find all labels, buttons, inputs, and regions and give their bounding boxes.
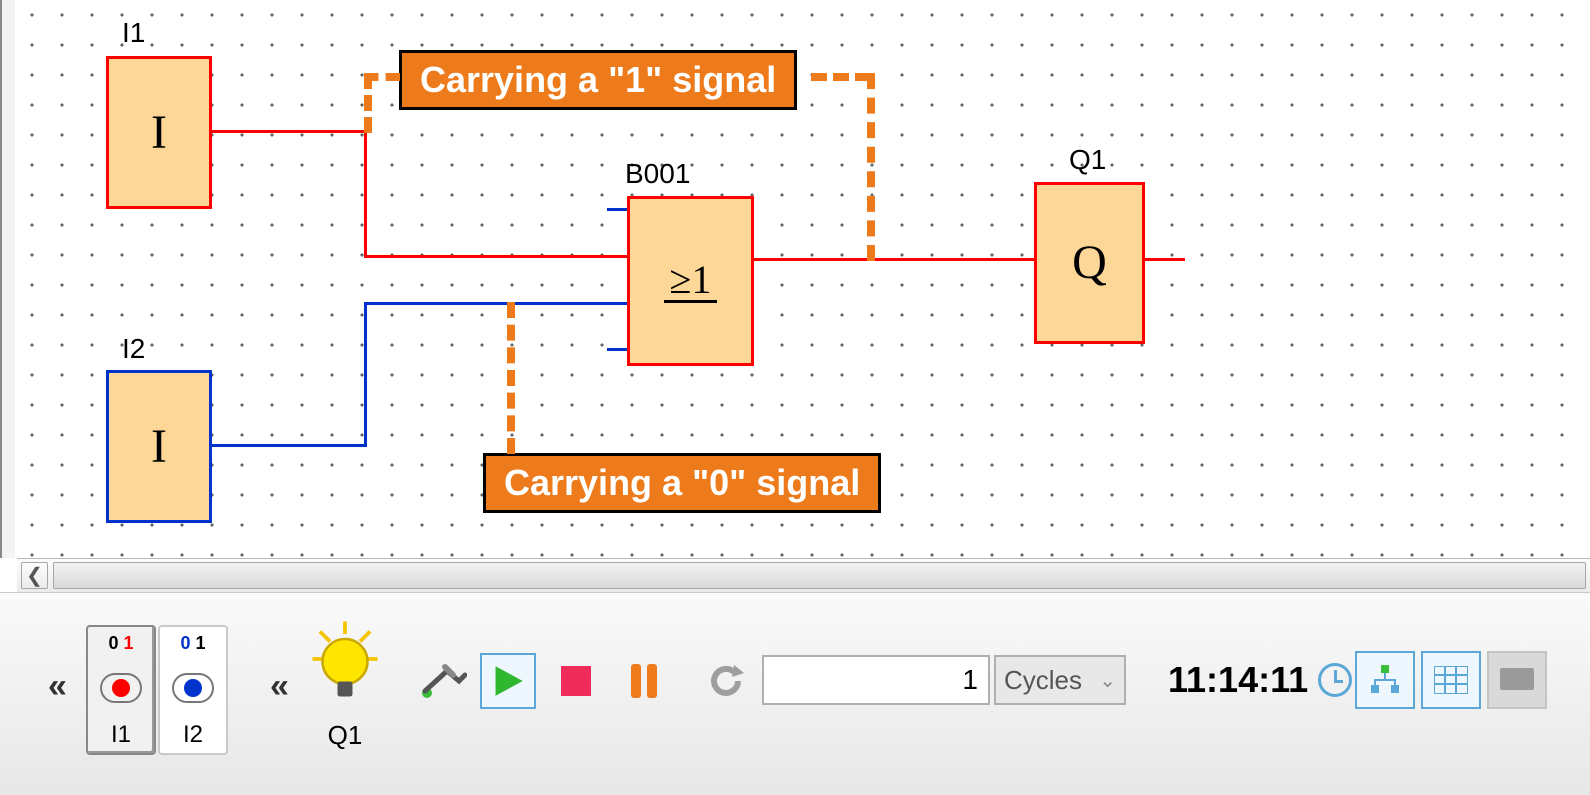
block-b001-symbol: ≥1 xyxy=(664,260,718,303)
view-table-button[interactable] xyxy=(1421,651,1481,709)
callout-connector-1 xyxy=(364,73,372,133)
wire-i2-b001[interactable] xyxy=(364,302,627,305)
block-i2[interactable]: I xyxy=(106,370,212,523)
toggle-i1-label: I1 xyxy=(111,721,131,749)
bulb-icon xyxy=(305,619,385,719)
sim-step-button[interactable] xyxy=(698,653,754,709)
grid-icon xyxy=(1434,666,1468,694)
toggle-i1-led xyxy=(100,673,142,703)
block-i2-symbol: I xyxy=(151,423,167,471)
plug-icon xyxy=(419,661,467,701)
block-i2-label: I2 xyxy=(122,333,145,365)
wire-i2-b001[interactable] xyxy=(364,302,367,447)
output-lamp-q1[interactable]: Q1 xyxy=(305,619,385,751)
toggle-i2-led xyxy=(172,673,214,703)
block-i1[interactable]: I xyxy=(106,56,212,209)
callout-connector-1b xyxy=(867,73,875,261)
wire-i1-b001[interactable] xyxy=(212,130,367,133)
sim-clock-time: 11:14:11 xyxy=(1168,659,1308,701)
callout-signal-0: Carrying a "0" signal xyxy=(483,453,881,513)
clock-icon[interactable] xyxy=(1318,663,1352,697)
sim-play-button[interactable] xyxy=(480,653,536,709)
block-q1-symbol: Q xyxy=(1072,239,1107,287)
callout-signal-1: Carrying a "1" signal xyxy=(399,50,797,110)
view-hierarchy-button[interactable] xyxy=(1355,651,1415,709)
sim-clock: 11:14:11 xyxy=(1168,659,1352,701)
simulation-toolbar: « 0 1 I1 0 1 I2 « Q1 xyxy=(0,592,1590,795)
cycles-count-input[interactable] xyxy=(762,655,990,705)
view-display-button[interactable] xyxy=(1487,651,1547,709)
editor-left-ruler xyxy=(0,0,17,558)
block-b001-or[interactable]: ≥1 xyxy=(627,196,754,366)
wire-i2-b001[interactable] xyxy=(212,444,367,447)
collapse-inputs-button[interactable]: « xyxy=(48,667,57,706)
block-b001-label: B001 xyxy=(625,158,690,190)
screen-icon xyxy=(1498,666,1536,694)
block-i1-symbol: I xyxy=(151,109,167,157)
block-i1-label: I1 xyxy=(122,17,145,49)
wire-b001-q1[interactable] xyxy=(754,258,1034,261)
input-toggle-i2[interactable]: 0 1 I2 xyxy=(158,625,228,755)
play-icon xyxy=(491,664,525,698)
connection-tool-button[interactable] xyxy=(415,653,471,709)
block-q1[interactable]: Q xyxy=(1034,182,1145,344)
toggle-i2-bits: 0 1 xyxy=(180,633,205,654)
block-q1-label: Q1 xyxy=(1069,144,1106,176)
stop-icon xyxy=(561,666,591,696)
reload-icon xyxy=(708,663,744,699)
callout-connector-0 xyxy=(507,302,515,454)
b001-input-stub-4 xyxy=(607,348,627,351)
toggle-i2-label: I2 xyxy=(183,721,203,749)
chevron-down-icon: ⌄ xyxy=(1099,668,1116,693)
sim-stop-button[interactable] xyxy=(548,653,604,709)
wire-i1-b001[interactable] xyxy=(364,130,367,258)
wire-i1-b001[interactable] xyxy=(364,255,627,258)
input-toggle-i1[interactable]: 0 1 I1 xyxy=(86,625,156,755)
sim-pause-button[interactable] xyxy=(616,653,672,709)
toggle-i1-bits: 0 1 xyxy=(108,633,133,654)
pause-icon xyxy=(629,664,659,698)
wire-q1-out[interactable] xyxy=(1145,258,1185,261)
program-canvas[interactable]: I1 I I2 I B001 ≥1 Q1 Q Carrying a "1" si… xyxy=(17,0,1590,558)
scroll-left-button[interactable]: ❮ xyxy=(21,562,48,589)
callout-connector-1b xyxy=(811,73,871,81)
b001-input-stub-1 xyxy=(607,208,627,211)
canvas-horizontal-scrollbar[interactable]: ❮ xyxy=(17,558,1590,592)
scroll-track[interactable] xyxy=(53,562,1586,589)
cycles-unit-dropdown[interactable]: Cycles ⌄ xyxy=(994,655,1126,705)
collapse-outputs-button[interactable]: « xyxy=(270,667,279,706)
tree-icon xyxy=(1368,663,1402,697)
cycles-unit-label: Cycles xyxy=(1004,665,1082,696)
output-lamp-q1-label: Q1 xyxy=(305,720,385,751)
